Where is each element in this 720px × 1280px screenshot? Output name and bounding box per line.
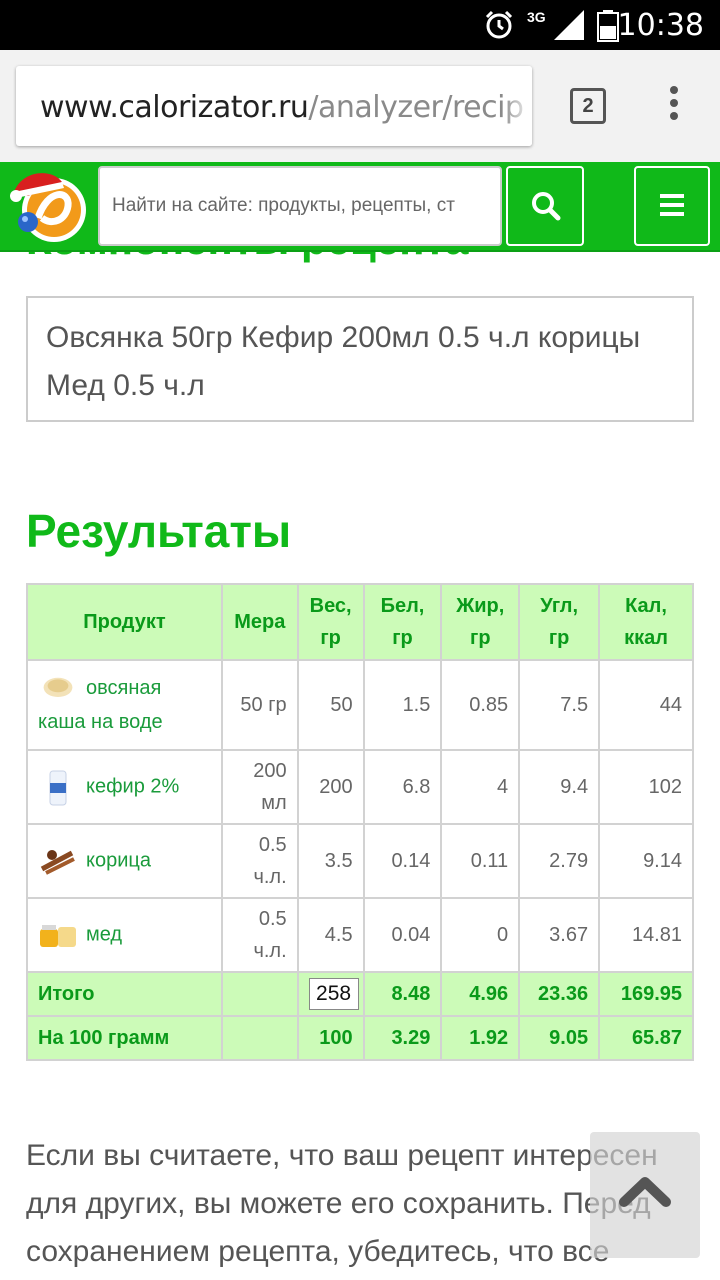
measure-cell: 50 гр	[220, 659, 299, 751]
total-row: Итого 258 8.48 4.96 23.36 169.95	[26, 971, 694, 1017]
search-button[interactable]	[506, 166, 584, 246]
per100-row: На 100 грамм 100 3.29 1.92 9.05 65.87	[26, 1015, 694, 1061]
weight-cell: 200	[296, 749, 365, 825]
calories-cell: 44	[598, 659, 694, 751]
page-content: Компоненты рецепта Овсянка 50гр Кефир 20…	[0, 216, 720, 1280]
battery-icon	[597, 10, 619, 42]
measure-cell: 200 мл	[220, 749, 299, 825]
measure-cell: 0.5 ч.л.	[220, 823, 299, 899]
chevron-up-icon	[619, 1177, 671, 1207]
honey-icon	[40, 925, 76, 947]
carbs-cell: 9.4	[518, 749, 601, 825]
site-header	[0, 162, 720, 252]
tab-switcher-button[interactable]: 2	[570, 88, 606, 124]
total-label: Итого	[26, 971, 223, 1017]
per100-label: На 100 грамм	[26, 1015, 223, 1061]
cinnamon-icon	[40, 850, 75, 875]
header-carbs: Угл, гр	[518, 583, 601, 661]
search-icon	[532, 192, 561, 221]
header-weight: Вес, гр	[296, 583, 365, 661]
protein-cell: 1.5	[362, 659, 443, 751]
total-fat: 4.96	[440, 971, 521, 1017]
product-cell: мед	[26, 897, 223, 973]
status-bar: 3G 10:38	[0, 0, 720, 50]
weight-cell: 50	[296, 659, 365, 751]
clock: 10:38	[617, 8, 704, 43]
table-row: корица 0.5 ч.л. 3.5 0.14 0.11 2.79 9.14	[26, 823, 694, 899]
overflow-menu-icon[interactable]	[666, 86, 682, 126]
header-product: Продукт	[26, 583, 223, 661]
carbs-cell: 7.5	[518, 659, 601, 751]
product-link-honey[interactable]: мед	[86, 923, 122, 945]
hamburger-icon	[660, 194, 684, 216]
results-heading: Результаты	[26, 505, 292, 557]
header-measure: Мера	[220, 583, 299, 661]
calories-cell: 14.81	[598, 897, 694, 973]
table-row: кефир 2% 200 мл 200 6.8 4 9.4 102	[26, 749, 694, 825]
weight-cell: 4.5	[296, 897, 365, 973]
total-weight-input[interactable]: 258	[308, 978, 359, 1010]
network-type: 3G	[527, 9, 546, 25]
table-row: овсяная каша на воде 50 гр 50 1.5 0.85 7…	[26, 659, 694, 751]
measure-cell: 0.5 ч.л.	[220, 897, 299, 973]
calories-cell: 9.14	[598, 823, 694, 899]
per100-weight: 100	[296, 1015, 365, 1061]
total-calories: 169.95	[598, 971, 694, 1017]
per100-fat: 1.92	[440, 1015, 521, 1061]
fat-cell: 0	[440, 897, 521, 973]
fat-cell: 0.85	[440, 659, 521, 751]
menu-button[interactable]	[634, 166, 710, 246]
product-link-kefir[interactable]: кефир 2%	[86, 775, 179, 797]
product-cell: кефир 2%	[26, 749, 223, 825]
calories-cell: 102	[598, 749, 694, 825]
header-protein: Бел, гр	[362, 583, 443, 661]
url-text[interactable]: www.calorizator.ru/analyzer/recip	[40, 90, 524, 125]
alarm-icon	[485, 10, 513, 39]
search-input[interactable]	[100, 168, 500, 244]
signal-icon	[554, 10, 584, 40]
table-header-row: Продукт Мера Вес, гр Бел, гр Жир, гр Угл, гр…	[26, 583, 694, 661]
kefir-icon	[49, 770, 67, 806]
browser-toolbar: www.calorizator.ru/analyzer/recip 2	[0, 50, 720, 162]
protein-cell: 0.14	[362, 823, 443, 899]
table-row: мед 0.5 ч.л. 4.5 0.04 0 3.67 14.81	[26, 897, 694, 973]
protein-cell: 0.04	[362, 897, 443, 973]
per100-calories: 65.87	[598, 1015, 694, 1061]
search-field[interactable]	[98, 166, 502, 246]
url-path: /analyzer/recip	[308, 90, 524, 125]
per100-carbs: 9.05	[518, 1015, 601, 1061]
url-bar[interactable]: www.calorizator.ru/analyzer/recip	[16, 66, 532, 146]
url-host: www.calorizator.ru	[40, 90, 309, 125]
per100-protein: 3.29	[362, 1015, 443, 1061]
total-protein: 8.48	[362, 971, 443, 1017]
site-logo[interactable]	[8, 166, 92, 246]
weight-cell: 3.5	[296, 823, 365, 899]
carbs-cell: 2.79	[518, 823, 601, 899]
header-calories: Кал, ккал	[598, 583, 694, 661]
product-cell: корица	[26, 823, 223, 899]
results-table: Продукт Мера Вес, гр Бел, гр Жир, гр Угл, гр…	[26, 583, 694, 1061]
carbs-cell: 3.67	[518, 897, 601, 973]
protein-cell: 6.8	[362, 749, 443, 825]
ingredients-text-box[interactable]: Овсянка 50гр Кефир 200мл 0.5 ч.л корицы …	[26, 296, 694, 422]
fat-cell: 0.11	[440, 823, 521, 899]
oatmeal-icon	[43, 677, 73, 697]
total-weight-cell: 258	[296, 971, 365, 1017]
total-carbs: 23.36	[518, 971, 601, 1017]
header-fat: Жир, гр	[440, 583, 521, 661]
scroll-to-top-button[interactable]	[590, 1132, 700, 1258]
product-link-cinnamon[interactable]: корица	[86, 849, 151, 871]
fat-cell: 4	[440, 749, 521, 825]
product-cell: овсяная каша на воде	[26, 659, 223, 751]
